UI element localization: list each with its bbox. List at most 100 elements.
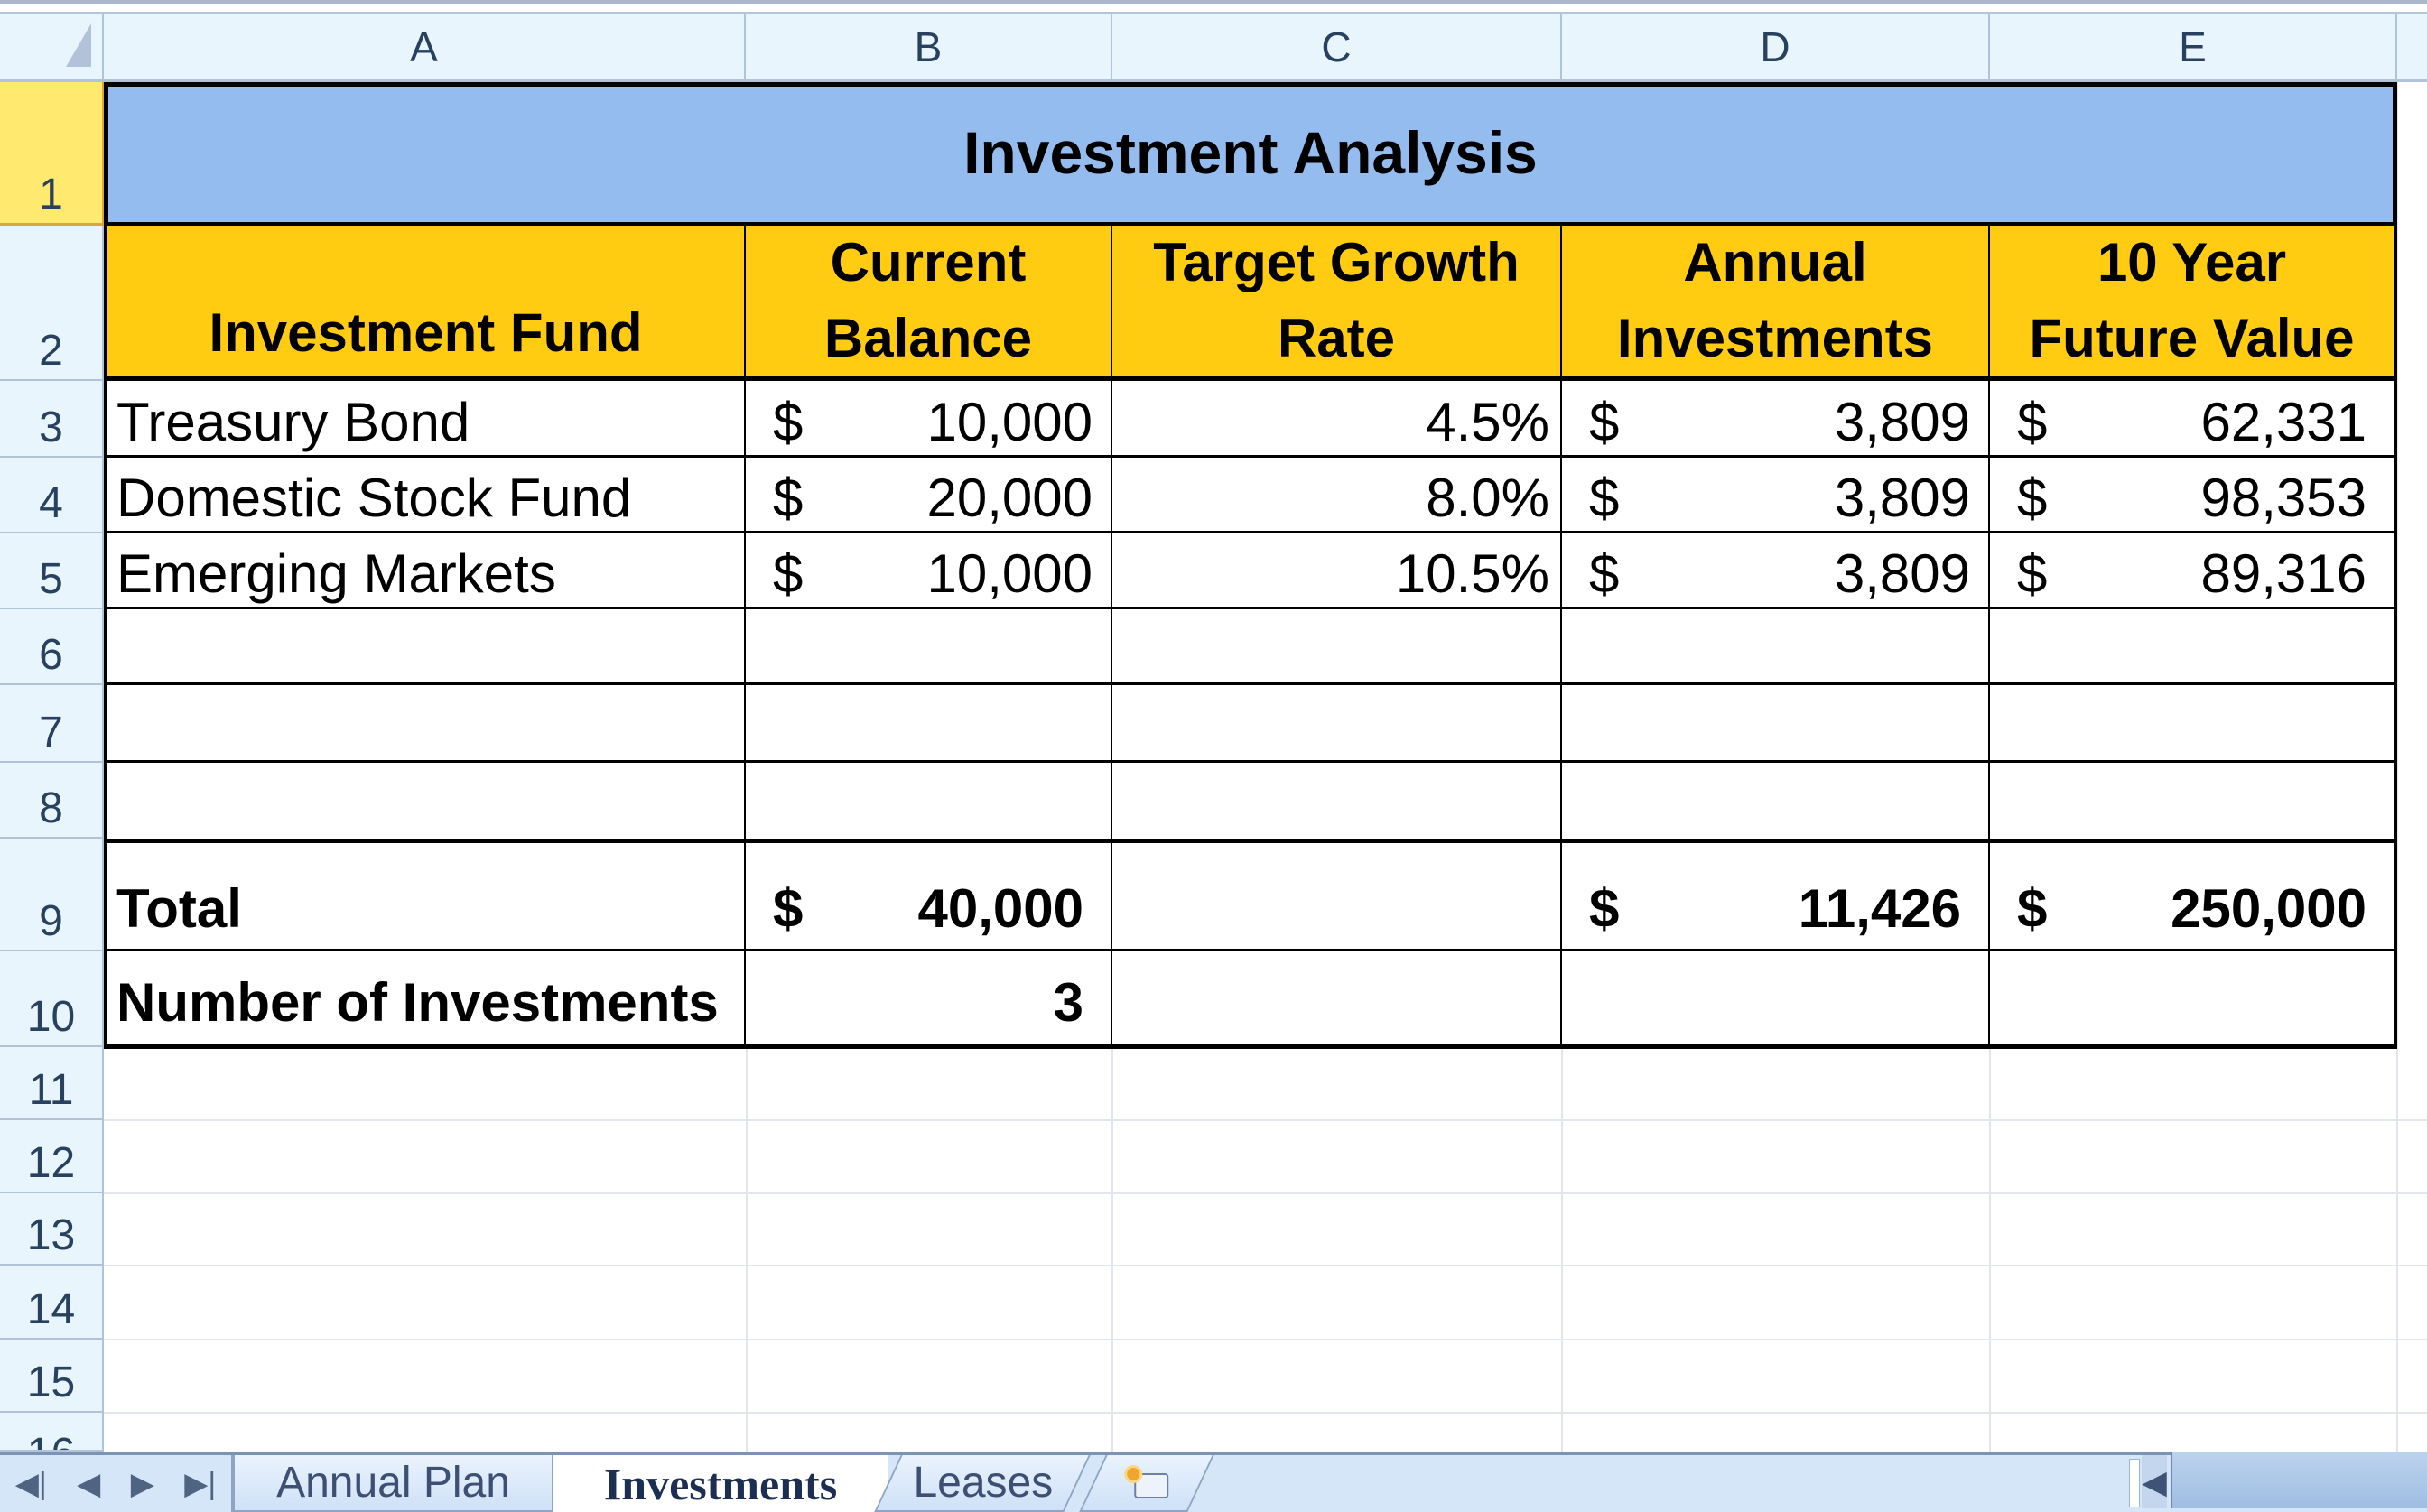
first-sheet-icon[interactable]: ◀‎| (15, 1466, 47, 1502)
count-label[interactable]: Number of Investments (104, 951, 746, 1049)
scroll-left-icon[interactable]: ◀ (2142, 1455, 2167, 1508)
tab-investments[interactable]: Investments (553, 1455, 888, 1512)
column-header-c[interactable]: C (1112, 14, 1562, 82)
balance-cell[interactable]: $20,000 (746, 458, 1112, 533)
empty-cell[interactable] (1990, 685, 2397, 763)
header-line: Rate (1277, 308, 1396, 368)
currency-symbol: $ (773, 543, 804, 604)
row-header-9[interactable]: 9 (0, 839, 104, 951)
header-line: 10 Year (2097, 232, 2287, 292)
empty-cell[interactable] (1562, 763, 1990, 839)
column-header-b[interactable]: B (746, 14, 1112, 82)
total-balance: 40,000 (917, 878, 1083, 939)
sheet-tab-bar: ◀‎| ◀ ▶ ▶| Annual Plan Investments Lease… (0, 1452, 2427, 1512)
total-rate-cell[interactable] (1112, 839, 1562, 951)
empty-cell[interactable] (1112, 609, 1562, 685)
empty-cell[interactable] (104, 763, 746, 839)
header-current-balance[interactable]: Current Balance (746, 226, 1112, 381)
total-balance-cell[interactable]: $40,000 (746, 839, 1112, 951)
growth-rate-cell[interactable]: 10.5% (1112, 533, 1562, 609)
future-value-cell[interactable]: $62,331 (1990, 381, 2397, 458)
row-header-10[interactable]: 10 (0, 951, 104, 1047)
empty-cell[interactable] (1562, 609, 1990, 685)
scroll-thumb[interactable] (2171, 1452, 2427, 1508)
select-all-button[interactable] (0, 14, 104, 82)
row-header-14[interactable]: 14 (0, 1266, 104, 1340)
row-header-2[interactable]: 2 (0, 226, 104, 381)
sheet-nav-buttons: ◀‎| ◀ ▶ ▶| (0, 1455, 233, 1512)
row-header-3[interactable]: 3 (0, 381, 104, 458)
tab-leases[interactable]: Leases (874, 1455, 1091, 1512)
row-header-6[interactable]: 6 (0, 609, 104, 685)
next-sheet-icon[interactable]: ▶ (131, 1466, 154, 1502)
total-annual-cell[interactable]: $11,426 (1562, 839, 1990, 951)
future-value: 89,316 (2200, 543, 2367, 604)
count-empty-cell[interactable] (1990, 951, 2397, 1049)
future-value-cell[interactable]: $98,353 (1990, 458, 2397, 533)
last-sheet-icon[interactable]: ▶| (184, 1466, 216, 1502)
annual-investment-cell[interactable]: $3,809 (1562, 533, 1990, 609)
tab-split-handle[interactable] (2129, 1459, 2140, 1507)
balance-cell[interactable]: $10,000 (746, 381, 1112, 458)
empty-cell[interactable] (1990, 763, 2397, 839)
prev-sheet-icon[interactable]: ◀ (77, 1466, 100, 1502)
count-empty-cell[interactable] (1562, 951, 1990, 1049)
empty-cell[interactable] (1112, 763, 1562, 839)
column-header-d[interactable]: D (1562, 14, 1990, 82)
row-header-13[interactable]: 13 (0, 1193, 104, 1266)
fund-name-cell[interactable]: Treasury Bond (104, 381, 746, 458)
header-line: Current (830, 232, 1027, 292)
balance-value: 10,000 (926, 543, 1093, 604)
insert-worksheet-button[interactable] (1079, 1455, 1214, 1512)
annual-investment-cell[interactable]: $3,809 (1562, 381, 1990, 458)
empty-cell[interactable] (746, 609, 1112, 685)
currency-symbol: $ (773, 878, 804, 939)
balance-cell[interactable]: $10,000 (746, 533, 1112, 609)
count-empty-cell[interactable] (1112, 951, 1562, 1049)
row-header-16[interactable]: 16 (0, 1413, 104, 1452)
header-target-growth-rate[interactable]: Target Growth Rate (1112, 226, 1562, 381)
empty-cell[interactable] (104, 609, 746, 685)
empty-cell[interactable] (104, 685, 746, 763)
row-header-12[interactable]: 12 (0, 1120, 104, 1193)
title-cell[interactable]: Investment Analysis (104, 82, 2397, 227)
annual-investment-cell[interactable]: $3,809 (1562, 458, 1990, 533)
annual-value: 3,809 (1834, 392, 1970, 452)
count-value[interactable]: 3 (746, 951, 1112, 1049)
empty-cell[interactable] (746, 685, 1112, 763)
row-header-5[interactable]: 5 (0, 533, 104, 609)
fund-name-cell[interactable]: Emerging Markets (104, 533, 746, 609)
header-line: Future Value (2029, 308, 2355, 368)
row-header-7[interactable]: 7 (0, 685, 104, 763)
row-header-11[interactable]: 11 (0, 1047, 104, 1120)
column-header-a[interactable]: A (104, 14, 746, 82)
tab-annual-plan[interactable]: Annual Plan (233, 1455, 553, 1512)
header-investment-fund[interactable]: Investment Fund (104, 226, 746, 381)
currency-symbol: $ (773, 392, 804, 452)
row-header-15[interactable]: 15 (0, 1340, 104, 1413)
gridline (104, 1192, 2427, 1194)
total-future-cell[interactable]: $250,000 (1990, 839, 2397, 951)
total-annual: 11,426 (1798, 878, 1961, 939)
column-header-e[interactable]: E (1990, 14, 2397, 82)
growth-rate-cell[interactable]: 4.5% (1112, 381, 1562, 458)
fund-name-cell[interactable]: Domestic Stock Fund (104, 458, 746, 533)
horizontal-scrollbar[interactable]: ◀ (2129, 1452, 2427, 1512)
currency-symbol: $ (1589, 468, 1620, 528)
empty-cell[interactable] (1562, 685, 1990, 763)
header-annual-investments[interactable]: Annual Investments (1562, 226, 1990, 381)
row-header-8[interactable]: 8 (0, 763, 104, 839)
row-header-1[interactable]: 1 (0, 82, 104, 226)
currency-symbol: $ (1589, 878, 1620, 939)
header-line: Balance (823, 308, 1033, 368)
future-value: 98,353 (2200, 468, 2367, 528)
total-label[interactable]: Total (104, 839, 746, 951)
empty-cell[interactable] (1990, 609, 2397, 685)
empty-cell[interactable] (1112, 685, 1562, 763)
row-header-4[interactable]: 4 (0, 458, 104, 533)
column-header-f[interactable] (2397, 14, 2427, 82)
empty-cell[interactable] (746, 763, 1112, 839)
header-future-value[interactable]: 10 Year Future Value (1990, 226, 2397, 381)
future-value-cell[interactable]: $89,316 (1990, 533, 2397, 609)
growth-rate-cell[interactable]: 8.0% (1112, 458, 1562, 533)
